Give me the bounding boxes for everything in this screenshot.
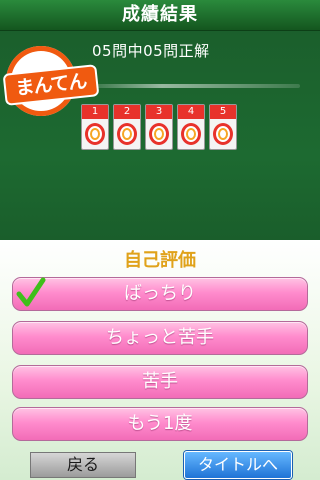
correct-circle-icon (117, 123, 137, 145)
card-number: 4 (178, 105, 204, 119)
page-title: 成績結果 (122, 4, 198, 25)
option-a-bit-weak-button[interactable]: ちょっと苦手 (12, 321, 308, 355)
correct-circle-icon (149, 123, 169, 145)
answer-card-4: 4 (177, 104, 205, 150)
option-retry-button[interactable]: もう1度 (12, 407, 308, 441)
option-perfect-button[interactable]: ばっちり (12, 277, 308, 311)
checkmark-icon (16, 277, 46, 307)
perfect-score-stamp: まんてん (2, 46, 100, 116)
correct-circle-icon (213, 123, 233, 145)
to-title-button[interactable]: タイトルへ (184, 451, 292, 479)
correct-circle-icon (85, 123, 105, 145)
card-number: 5 (210, 105, 236, 119)
answer-card-5: 5 (209, 104, 237, 150)
correct-circle-icon (181, 123, 201, 145)
card-number: 2 (114, 105, 140, 119)
option-weak-button[interactable]: 苦手 (12, 365, 308, 399)
back-button[interactable]: 戻る (30, 452, 136, 478)
chalk-underline (70, 84, 300, 88)
answer-card-2: 2 (113, 104, 141, 150)
answer-card-3: 3 (145, 104, 173, 150)
answer-card-1: 1 (81, 104, 109, 150)
card-number: 1 (82, 105, 108, 119)
self-evaluation-title: 自己評価 (124, 250, 196, 271)
header-bar: 成績結果 (0, 0, 320, 31)
score-summary: 05問中05問正解 (92, 42, 210, 60)
card-number: 3 (146, 105, 172, 119)
answer-cards: 1 2 3 4 5 (81, 104, 241, 150)
self-evaluation-panel (0, 240, 320, 480)
